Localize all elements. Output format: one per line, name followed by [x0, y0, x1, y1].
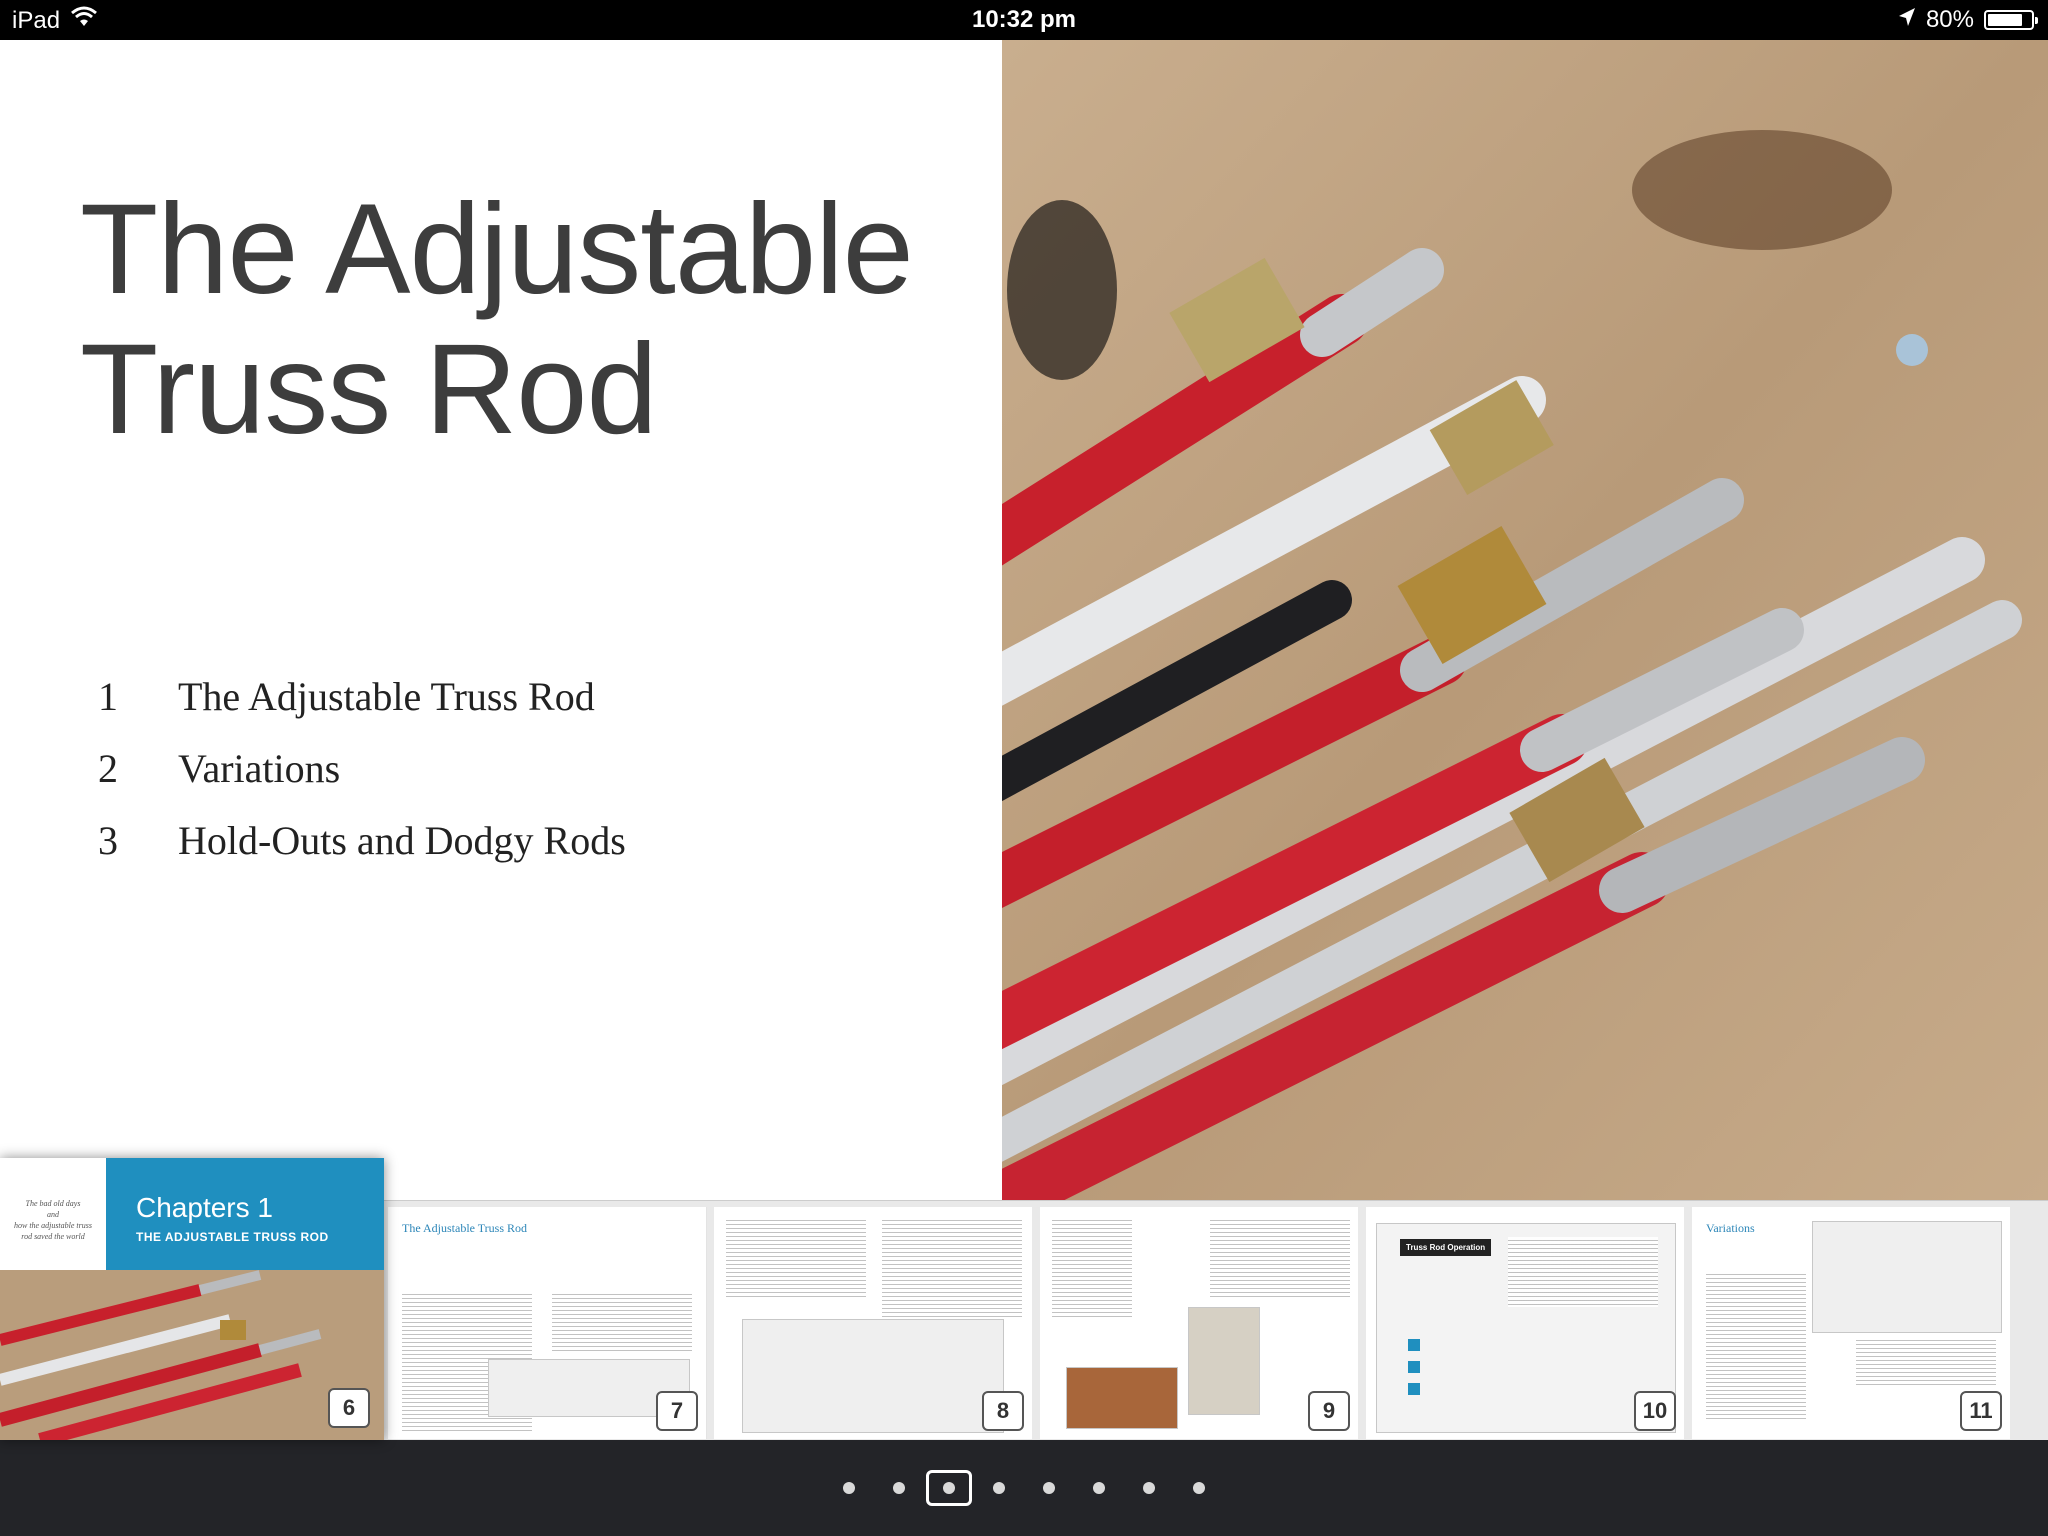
quote-line: and — [47, 1210, 59, 1219]
thumbnail-text-block — [1508, 1237, 1658, 1307]
chapter-title-line2: Truss Rod — [80, 318, 658, 461]
page-number-badge: 9 — [1308, 1391, 1350, 1431]
thumbnail-heading: Variations — [1706, 1221, 1755, 1235]
page-thumbnail[interactable]: 8 — [714, 1207, 1032, 1439]
toc-item[interactable]: 1 The Adjustable Truss Rod — [98, 660, 626, 732]
status-time: 10:32 pm — [971, 6, 1077, 33]
chapter-banner-title: THE ADJUSTABLE TRUSS ROD — [136, 1230, 329, 1244]
page-control[interactable] — [0, 1440, 2048, 1536]
step-number-icon — [1408, 1339, 1420, 1351]
page-dot[interactable] — [893, 1482, 905, 1494]
page-thumbnail[interactable]: 9 — [1040, 1207, 1358, 1439]
page-dot[interactable] — [1093, 1482, 1105, 1494]
quote-line: rod saved the world — [21, 1232, 85, 1241]
quote-line: The bad old days — [25, 1199, 81, 1208]
toc-item[interactable]: 2 Variations — [98, 732, 626, 804]
chapters-label: Chapters 1 — [136, 1192, 273, 1223]
page-number-badge: 7 — [656, 1391, 698, 1431]
thumbnail-heading: The Adjustable Truss Rod — [402, 1221, 528, 1235]
thumbnail-photo — [1188, 1307, 1260, 1415]
chapter-banner: Chapters 1 THE ADJUSTABLE TRUSS ROD — [106, 1158, 384, 1270]
page-thumbnail[interactable]: Truss Rod Operation 10 — [1366, 1207, 1684, 1439]
status-bar: iPad 10:32 pm 80% — [0, 0, 2048, 40]
thumbnail-photo — [0, 1270, 384, 1440]
page-number-badge: 8 — [982, 1391, 1024, 1431]
toc-item-label: Variations — [178, 745, 341, 791]
thumbnail-text-block — [726, 1217, 866, 1297]
toc-item-number: 3 — [98, 817, 118, 863]
page-thumbnail[interactable]: The Adjustable Truss Rod 7 — [388, 1207, 707, 1439]
page-dot[interactable] — [993, 1482, 1005, 1494]
current-page-indicator — [926, 1470, 972, 1506]
thumbnail-text-block — [1210, 1217, 1350, 1297]
current-page-thumbnail[interactable]: The bad old days and how the adjustable … — [0, 1158, 384, 1440]
page-number-badge: 6 — [328, 1388, 370, 1428]
location-arrow-icon — [1898, 6, 1916, 34]
page-dot[interactable] — [843, 1482, 855, 1494]
toc-item-label: The Adjustable Truss Rod — [178, 673, 595, 719]
page-number-badge: 11 — [1960, 1391, 2002, 1431]
page-number-badge: 10 — [1634, 1391, 1676, 1431]
thumbnail-text-block — [552, 1291, 692, 1351]
page-dot[interactable] — [1193, 1482, 1205, 1494]
toc-item[interactable]: 3 Hold-Outs and Dodgy Rods — [98, 804, 626, 876]
bottom-dock — [0, 1440, 2048, 1536]
battery-icon — [1984, 10, 2038, 30]
thumbnail-photo — [1066, 1367, 1178, 1429]
chapter-quote: The bad old days and how the adjustable … — [0, 1158, 106, 1270]
chapter-title-line1: The Adjustable — [80, 178, 914, 321]
thumbnail-text-block — [882, 1217, 1022, 1317]
page-dot[interactable] — [1043, 1482, 1055, 1494]
toc-item-number: 2 — [98, 745, 118, 791]
toc-item-label: Hold-Outs and Dodgy Rods — [178, 817, 626, 863]
toc-item-number: 1 — [98, 673, 118, 719]
step-number-icon — [1408, 1383, 1420, 1395]
quote-line: how the adjustable truss — [13, 1221, 92, 1230]
page-dot[interactable] — [1143, 1482, 1155, 1494]
thumbnail-text-block — [1052, 1217, 1132, 1317]
truss-rods-photo — [1002, 40, 2048, 1200]
step-number-icon — [1408, 1361, 1420, 1373]
thumbnail-figure — [742, 1319, 1004, 1433]
chapter-title: The Adjustable Truss Rod — [80, 180, 980, 460]
thumbnail-heading: Truss Rod Operation — [1400, 1239, 1492, 1256]
thumbnail-text-block — [1706, 1271, 1806, 1421]
battery-percentage: 80% — [1925, 6, 1974, 33]
thumbnail-text-block — [1856, 1337, 1996, 1387]
page-thumbnail[interactable]: Variations 11 — [1692, 1207, 2010, 1439]
thumbnail-figure — [1812, 1221, 2002, 1333]
table-of-contents: 1 The Adjustable Truss Rod 2 Variations 3 H… — [98, 660, 626, 876]
